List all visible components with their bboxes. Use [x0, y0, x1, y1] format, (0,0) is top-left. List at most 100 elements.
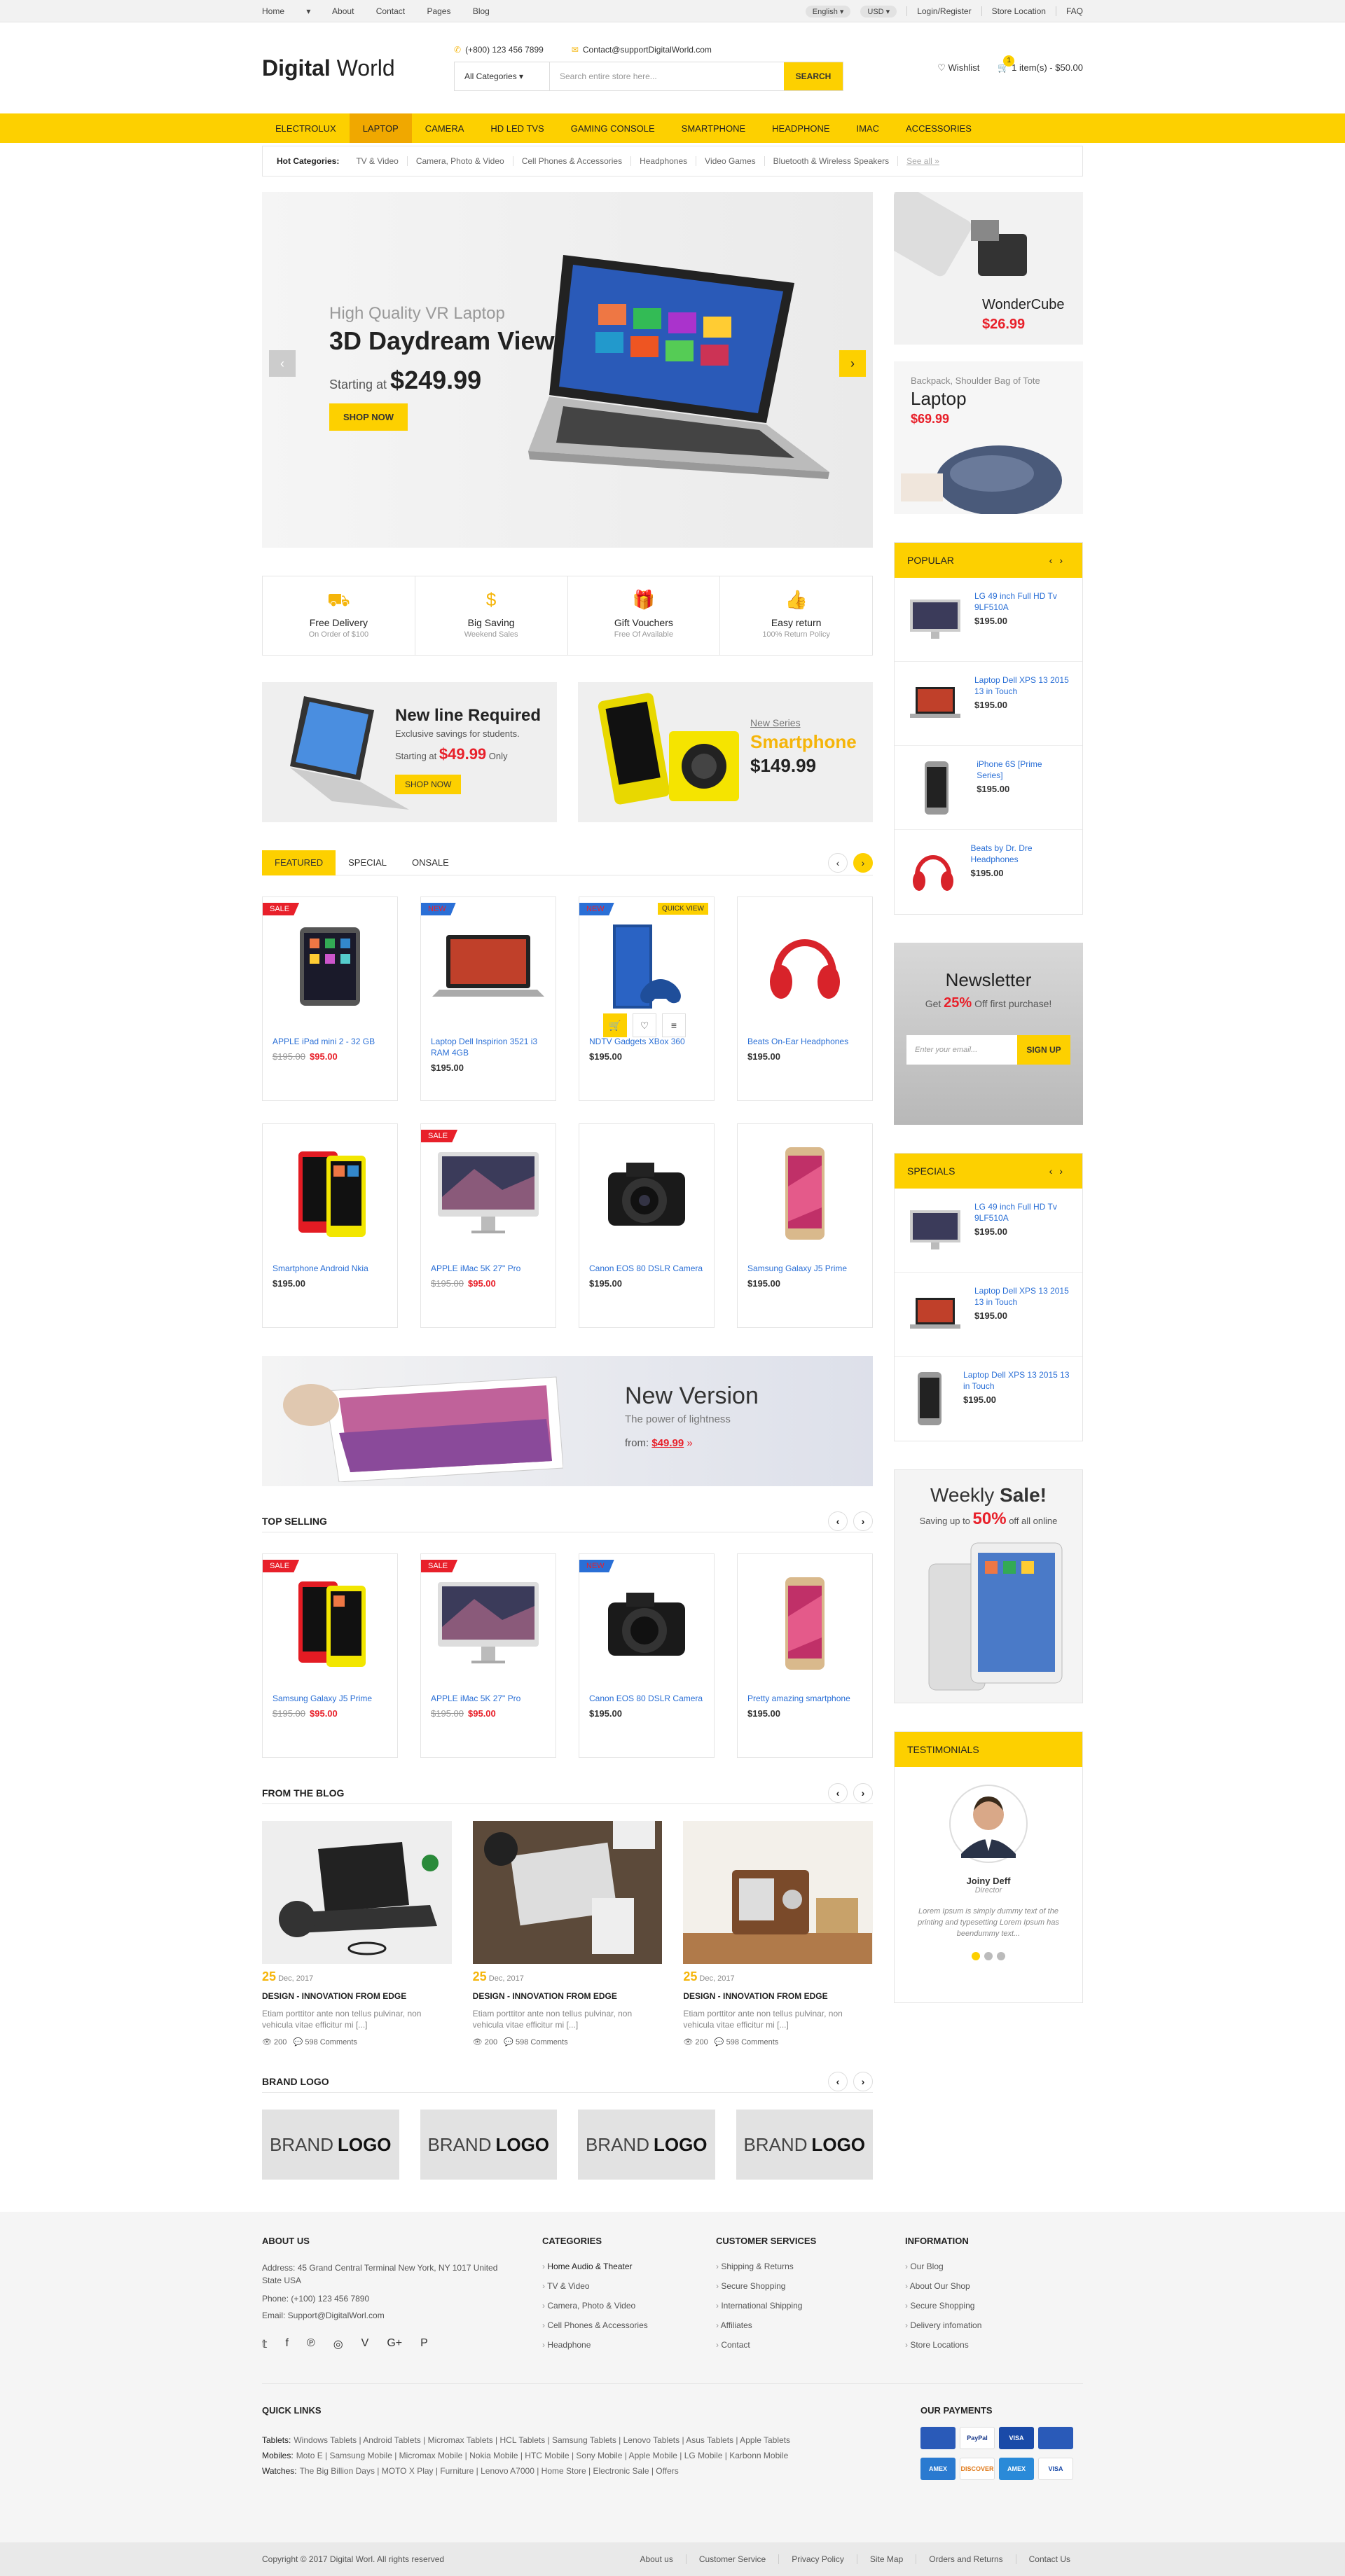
item-name[interactable]: LG 49 inch Full HD Tv 9LF510A	[974, 590, 1070, 613]
tab-featured[interactable]: FEATURED	[262, 850, 336, 875]
product-name[interactable]: Canon EOS 80 DSLR Camera	[589, 1263, 704, 1274]
brand-logo[interactable]: BRAND LOGO	[578, 2110, 715, 2180]
item-name[interactable]: Laptop Dell XPS 13 2015 13 in Touch	[974, 1285, 1070, 1308]
login-link[interactable]: Login/Register	[917, 6, 971, 16]
product-card[interactable]: SALE APPLE iPad mini 2 - 32 GB $195.00 $9…	[262, 896, 398, 1101]
currency-select[interactable]: USD ▾	[860, 5, 897, 18]
cart-link[interactable]: 🛒 1 1 item(s) - $50.00	[998, 55, 1083, 74]
post-comments[interactable]: 598 Comments	[516, 2038, 568, 2047]
hot-category-link[interactable]: Bluetooth & Wireless Speakers	[765, 156, 899, 166]
twitter-icon[interactable]: 𝕥	[262, 2337, 267, 2351]
compare-button[interactable]: ≡	[662, 1013, 686, 1037]
nav-item-hd-led-tvs[interactable]: HD LED TVS	[477, 113, 557, 143]
product-name[interactable]: NDTV Gadgets XBox 360	[589, 1036, 704, 1047]
footer-link[interactable]: International Shipping	[716, 2301, 905, 2311]
next-button[interactable]: ›	[853, 2071, 873, 2091]
widget-item[interactable]: LG 49 inch Full HD Tv 9LF510A $195.00	[895, 578, 1082, 662]
carousel-dot[interactable]	[997, 1952, 1005, 1960]
store-location-link[interactable]: Store Location	[992, 6, 1046, 16]
footer-link[interactable]: Our Blog	[905, 2262, 981, 2271]
item-name[interactable]: Laptop Dell XPS 13 2015 13 in Touch	[974, 674, 1070, 697]
product-name[interactable]: APPLE iMac 5K 27" Pro	[431, 1693, 546, 1704]
item-name[interactable]: iPhone 6S [Prime Series]	[977, 759, 1070, 781]
prev-button[interactable]: ‹	[828, 1782, 848, 1803]
bottom-link[interactable]: Customer Service	[685, 2554, 778, 2564]
widget-item[interactable]: Laptop Dell XPS 13 2015 13 in Touch $195.…	[895, 662, 1082, 746]
hot-category-link[interactable]: Camera, Photo & Video	[408, 156, 513, 166]
logo[interactable]: Digital World	[262, 55, 454, 81]
product-card[interactable]: SALE APPLE iMac 5K 27" Pro $195.00 $95.00	[420, 1553, 556, 1758]
product-card[interactable]: NEW QUICK VIEW 🛒 ♡ ≡ NDTV Gadgets XBox 360…	[579, 896, 715, 1101]
slider-prev-button[interactable]: ‹	[269, 350, 296, 377]
product-card[interactable]: Smartphone Android Nkia $195.00	[262, 1123, 398, 1328]
footer-link[interactable]: Shipping & Returns	[716, 2262, 905, 2271]
footer-link[interactable]: Affiliates	[716, 2320, 905, 2330]
email-contact[interactable]: ✉ Contact@supportDigitalWorld.com	[572, 45, 712, 55]
widget-item[interactable]: iPhone 6S [Prime Series] $195.00	[895, 746, 1082, 830]
laptop-bag-banner[interactable]: Backpack, Shoulder Bag of Tote Laptop $6…	[894, 361, 1083, 514]
quick-links-tablets[interactable]: Tablets: Windows Tablets | Android Tablet…	[262, 2435, 920, 2445]
hot-category-link[interactable]: TV & Video	[347, 156, 408, 166]
product-card[interactable]: SALE APPLE iMac 5K 27" Pro $195.00 $95.00	[420, 1123, 556, 1328]
footer-link[interactable]: TV & Video	[542, 2281, 716, 2291]
carousel-dot[interactable]	[972, 1952, 980, 1960]
product-name[interactable]: Samsung Galaxy J5 Prime	[747, 1263, 862, 1274]
nav-item-smartphone[interactable]: SMARTPHONE	[668, 113, 759, 143]
see-all-link[interactable]: See all »	[898, 156, 939, 166]
post-comments[interactable]: 598 Comments	[305, 2038, 357, 2047]
pinterest-icon[interactable]: ℗	[307, 2337, 315, 2351]
carousel-dot[interactable]	[984, 1952, 993, 1960]
promo-banner-smartphone[interactable]: New Series Smartphone $149.99	[578, 682, 873, 822]
product-name[interactable]: APPLE iPad mini 2 - 32 GB	[273, 1036, 387, 1047]
widget-item[interactable]: LG 49 inch Full HD Tv 9LF510A $195.00	[895, 1189, 1082, 1273]
product-card[interactable]: Canon EOS 80 DSLR Camera $195.00	[579, 1123, 715, 1328]
tab-onsale[interactable]: ONSALE	[399, 850, 462, 875]
next-button[interactable]: ›	[853, 1782, 873, 1803]
quick-links-mobiles[interactable]: Mobiles: Moto E | Samsung Mobile | Microm…	[262, 2451, 920, 2460]
bottom-link[interactable]: Site Map	[856, 2554, 916, 2564]
product-name[interactable]: APPLE iMac 5K 27" Pro	[431, 1263, 546, 1274]
bottom-link[interactable]: About us	[627, 2554, 685, 2564]
product-name[interactable]: Beats On-Ear Headphones	[747, 1036, 862, 1047]
newsletter-signup-button[interactable]: SIGN UP	[1017, 1035, 1070, 1065]
hot-category-link[interactable]: Headphones	[631, 156, 697, 166]
next-button[interactable]: ›	[853, 852, 873, 873]
product-name[interactable]: Samsung Galaxy J5 Prime	[273, 1693, 387, 1704]
product-card[interactable]: NEW Canon EOS 80 DSLR Camera $195.00	[579, 1553, 715, 1758]
bottom-link[interactable]: Privacy Policy	[778, 2554, 857, 2564]
item-name[interactable]: LG 49 inch Full HD Tv 9LF510A	[974, 1201, 1070, 1224]
vimeo-icon[interactable]: V	[361, 2337, 369, 2351]
product-name[interactable]: Smartphone Android Nkia	[273, 1263, 387, 1274]
wishlist-button[interactable]: ♡	[633, 1013, 656, 1037]
footer-link[interactable]: Secure Shopping	[905, 2301, 981, 2311]
item-name[interactable]: Beats by Dr. Dre Headphones	[971, 843, 1070, 865]
top-link-home[interactable]: Home ▾	[262, 6, 310, 16]
next-button[interactable]: ›	[853, 1511, 873, 1531]
promo-shop-now-button[interactable]: SHOP NOW	[395, 775, 462, 794]
category-select[interactable]: All Categories ▾	[455, 62, 550, 90]
widget-item[interactable]: Laptop Dell XPS 13 2015 13 in Touch $195.…	[895, 1357, 1082, 1441]
nav-item-laptop[interactable]: LAPTOP	[349, 113, 412, 143]
footer-link[interactable]: Secure Shopping	[716, 2281, 905, 2291]
footer-link[interactable]: Cell Phones & Accessories	[542, 2320, 716, 2330]
brand-logo[interactable]: BRAND LOGO	[736, 2110, 873, 2180]
nav-item-electrolux[interactable]: ELECTROLUX	[262, 113, 350, 143]
footer-link[interactable]: Home Audio & Theater	[542, 2262, 716, 2271]
wondercube-banner[interactable]: WonderCube $26.99	[894, 192, 1083, 345]
add-to-cart-button[interactable]: 🛒	[603, 1013, 627, 1037]
nav-item-imac[interactable]: IMAC	[843, 113, 893, 143]
wishlist-link[interactable]: ♡ Wishlist	[937, 62, 979, 74]
top-link-pages[interactable]: Pages	[427, 6, 450, 16]
hot-category-link[interactable]: Cell Phones & Accessories	[513, 156, 632, 166]
footer-link[interactable]: Camera, Photo & Video	[542, 2301, 716, 2311]
slider-next-button[interactable]: ›	[839, 350, 866, 377]
item-name[interactable]: Laptop Dell XPS 13 2015 13 in Touch	[963, 1369, 1070, 1392]
post-title[interactable]: DESIGN - INNOVATION FROM EDGE	[262, 1991, 452, 2001]
prev-button[interactable]: ‹	[828, 1511, 848, 1531]
slide-shop-now-button[interactable]: SHOP NOW	[329, 403, 408, 431]
widget-nav[interactable]: ‹›	[1049, 555, 1070, 566]
language-select[interactable]: English ▾	[805, 5, 851, 18]
footer-link[interactable]: Contact	[716, 2340, 905, 2350]
tab-special[interactable]: SPECIAL	[336, 850, 399, 875]
newsletter-email-input[interactable]: Enter your email...	[906, 1035, 1017, 1065]
